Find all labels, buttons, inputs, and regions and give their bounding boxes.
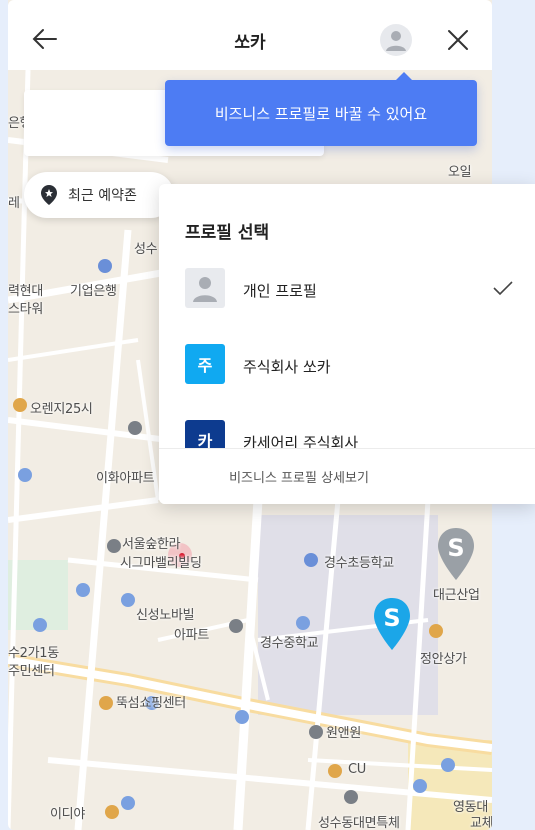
- map-label-sinsung: 신성노바빌: [136, 608, 195, 623]
- user-icon: [386, 31, 406, 51]
- recent-zone-button[interactable]: 최근 예약존: [24, 172, 174, 218]
- map-label-ewha-apt: 이화아파트: [96, 471, 155, 486]
- top-bar: 쏘카: [8, 0, 492, 70]
- map-label-gyoche: 교체: [470, 816, 492, 830]
- business-profile-tooltip: 비즈니스 프로필로 바꿀 수 있어요: [165, 72, 477, 146]
- map-label-jeongan: 정안상가: [420, 652, 467, 667]
- location-pin-icon: [41, 185, 57, 205]
- map-label-su2ga1dong: 수2가1동: [8, 646, 59, 661]
- map-label-hyundai: 력현대: [8, 284, 43, 299]
- map-label-daegeun: 대근산업: [433, 588, 480, 603]
- map-label-apt: 아파트: [174, 628, 209, 643]
- company-badge-icon: 카: [185, 420, 225, 448]
- tooltip-text: 비즈니스 프로필로 바꿀 수 있어요: [214, 104, 428, 123]
- map-label-ibk: 기업은행: [70, 284, 117, 299]
- close-icon: [448, 30, 468, 50]
- profile-label: 주식회사 쏘카: [243, 358, 331, 376]
- map-label-gyeongsu-middle: 경수중학교: [260, 636, 319, 651]
- map-label-seongsu-post: 성수동대면특체: [318, 816, 400, 830]
- map-label-re: 레: [8, 196, 20, 211]
- map-label-oil: 오일: [448, 165, 472, 180]
- map-label-ediya: 이디야: [50, 807, 85, 822]
- profile-item-personal[interactable]: 개인 프로필: [159, 254, 535, 314]
- page-title: 쏘카: [234, 33, 266, 53]
- company-badge-icon: 주: [185, 344, 225, 384]
- map-label-cu: CU: [348, 762, 366, 777]
- map-label-seoulsup-halla: 서울숲한라: [122, 537, 181, 552]
- map-label-community-center: 주민센터: [8, 664, 55, 679]
- profile-item-socar-corp[interactable]: 주 주식회사 쏘카: [159, 330, 535, 390]
- profile-list: 개인 프로필 주 주식회사 쏘카 카 카세어리 주식회사: [159, 254, 535, 448]
- footer-link-label: 비즈니스 프로필 상세보기: [229, 471, 369, 486]
- personal-profile-icon: [185, 268, 225, 308]
- profile-label: 카세어리 주식회사: [243, 434, 359, 448]
- close-button[interactable]: [444, 26, 472, 54]
- business-profile-details-link[interactable]: 비즈니스 프로필 상세보기: [159, 448, 535, 504]
- profile-label: 개인 프로필: [243, 282, 317, 300]
- map-label-startower: 스타워: [8, 302, 43, 317]
- map-label-ttukseom: 뚝섬쇼핑센터: [116, 696, 186, 711]
- map-label-gyeongsu-elem: 경수초등학교: [324, 556, 394, 571]
- profile-avatar-button[interactable]: [380, 24, 412, 56]
- car-zone-pin-blue[interactable]: S: [372, 596, 412, 652]
- car-zone-pin-grey[interactable]: S: [436, 526, 476, 582]
- user-icon: [193, 277, 217, 302]
- panel-title: 프로필 선택: [185, 223, 270, 243]
- recent-zone-label: 최근 예약존: [68, 188, 137, 204]
- profile-item-third[interactable]: 카 카세어리 주식회사: [159, 406, 535, 448]
- map-label-sigma-valley: 시그마밸리빌딩: [120, 556, 202, 571]
- map-label-seongsu: 성수: [134, 242, 158, 257]
- map-label-orange25: 오렌지25시: [30, 402, 93, 417]
- map-label-one-and-one: 원앤원: [326, 726, 361, 741]
- profile-select-panel: 프로필 선택 개인 프로필 주 주식회사 쏘카 카 카세어리 주식회사 비즈니스…: [159, 184, 535, 504]
- checkmark-icon: [493, 281, 513, 296]
